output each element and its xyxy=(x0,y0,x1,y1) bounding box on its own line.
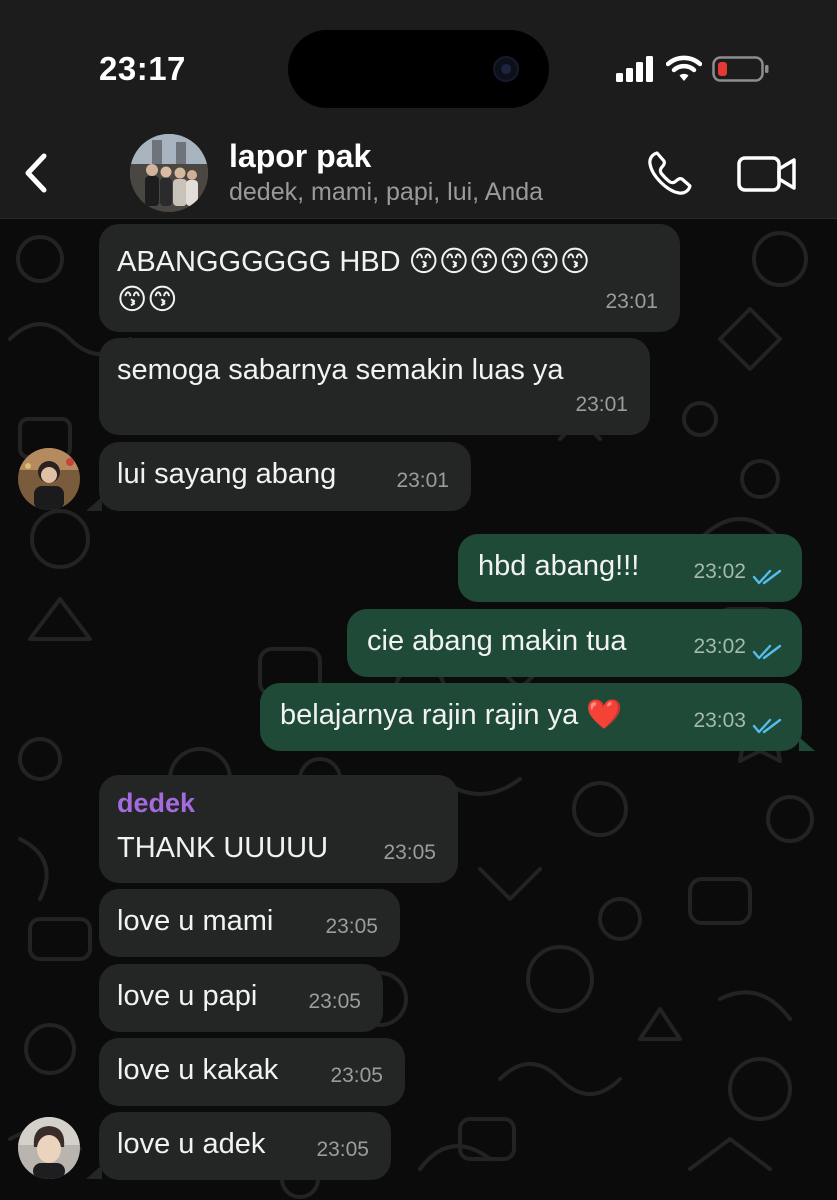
group-photo-icon xyxy=(130,134,208,212)
message-time: 23:05 xyxy=(316,1138,369,1161)
message-time: 23:05 xyxy=(308,990,361,1013)
sender-avatar-lui[interactable] xyxy=(18,448,80,510)
sender-avatar-dedek[interactable] xyxy=(18,1117,80,1179)
message-time: 23:05 xyxy=(325,915,378,938)
message-bubble[interactable]: cie abang makin tua 23:02 xyxy=(347,609,802,677)
chat-header: lapor pak dedek, mami, papi, lui, Anda xyxy=(0,130,837,219)
message-text: semoga sabarnya semakin luas ya xyxy=(117,354,564,386)
battery-low-icon xyxy=(712,56,769,82)
message-bubble[interactable]: ABANGGGGGG HBD 😙😙😙😙😙😙 😙😙 23:01 xyxy=(99,224,680,332)
read-receipt-icon xyxy=(752,644,782,660)
message-bubble[interactable]: dedek THANK UUUUU 23:05 xyxy=(99,775,458,883)
sender-photo-icon xyxy=(18,1117,80,1179)
back-chevron-icon[interactable] xyxy=(18,148,58,198)
group-title[interactable]: lapor pak xyxy=(229,138,371,175)
message-time: 23:02 xyxy=(693,635,746,658)
message-time: 23:05 xyxy=(383,841,436,864)
read-receipt-icon xyxy=(752,569,782,585)
group-avatar[interactable] xyxy=(130,134,208,212)
message-bubble[interactable]: semoga sabarnya semakin luas ya 23:01 xyxy=(99,338,650,435)
wifi-icon xyxy=(666,55,702,81)
voice-call-icon[interactable] xyxy=(645,148,695,198)
message-time: 23:03 xyxy=(693,709,746,732)
status-bar: 23:17 xyxy=(0,0,837,130)
message-list[interactable]: ABANGGGGGG HBD 😙😙😙😙😙😙 😙😙 23:01 semoga sa… xyxy=(0,219,837,1200)
message-text: ABANGGGGGG HBD 😙😙😙😙😙😙 xyxy=(117,246,591,278)
message-text: love u mami xyxy=(117,905,274,937)
group-members-list[interactable]: dedek, mami, papi, lui, Anda xyxy=(229,178,543,207)
status-time: 23:17 xyxy=(99,50,186,87)
message-time: 23:01 xyxy=(575,393,628,416)
message-text: love u kakak xyxy=(117,1054,279,1086)
sender-name[interactable]: dedek xyxy=(117,785,195,821)
dynamic-island xyxy=(288,30,549,108)
sender-photo-icon xyxy=(18,448,80,510)
message-time: 23:05 xyxy=(330,1064,383,1087)
message-text: lui sayang abang xyxy=(117,458,337,490)
message-text: belajarnya rajin rajin ya ❤️ xyxy=(280,699,623,731)
message-text: cie abang makin tua xyxy=(367,625,627,657)
front-camera-icon xyxy=(493,56,519,82)
message-bubble[interactable]: love u papi 23:05 xyxy=(99,964,383,1032)
chat-screen: 23:17 lapor pak dedek, mami, papi, lui, … xyxy=(0,0,837,1200)
message-text: hbd abang!!! xyxy=(478,550,640,582)
bubble-tail xyxy=(86,497,102,511)
message-bubble[interactable]: belajarnya rajin rajin ya ❤️ 23:03 xyxy=(260,683,802,751)
message-text: love u papi xyxy=(117,980,258,1012)
message-bubble[interactable]: love u adek 23:05 xyxy=(99,1112,391,1180)
message-text: THANK UUUUU xyxy=(117,832,329,864)
message-bubble[interactable]: hbd abang!!! 23:02 xyxy=(458,534,802,602)
message-time: 23:01 xyxy=(605,290,658,313)
message-text: love u adek xyxy=(117,1128,266,1160)
message-bubble[interactable]: love u mami 23:05 xyxy=(99,889,400,957)
bubble-tail xyxy=(799,737,815,751)
video-call-icon[interactable] xyxy=(736,152,798,196)
message-bubble[interactable]: love u kakak 23:05 xyxy=(99,1038,405,1106)
read-receipt-icon xyxy=(752,718,782,734)
cellular-signal-icon xyxy=(616,56,653,82)
message-text: 😙😙 xyxy=(117,284,178,316)
message-bubble[interactable]: lui sayang abang 23:01 xyxy=(99,442,471,511)
message-time: 23:02 xyxy=(693,560,746,583)
message-time: 23:01 xyxy=(396,469,449,492)
